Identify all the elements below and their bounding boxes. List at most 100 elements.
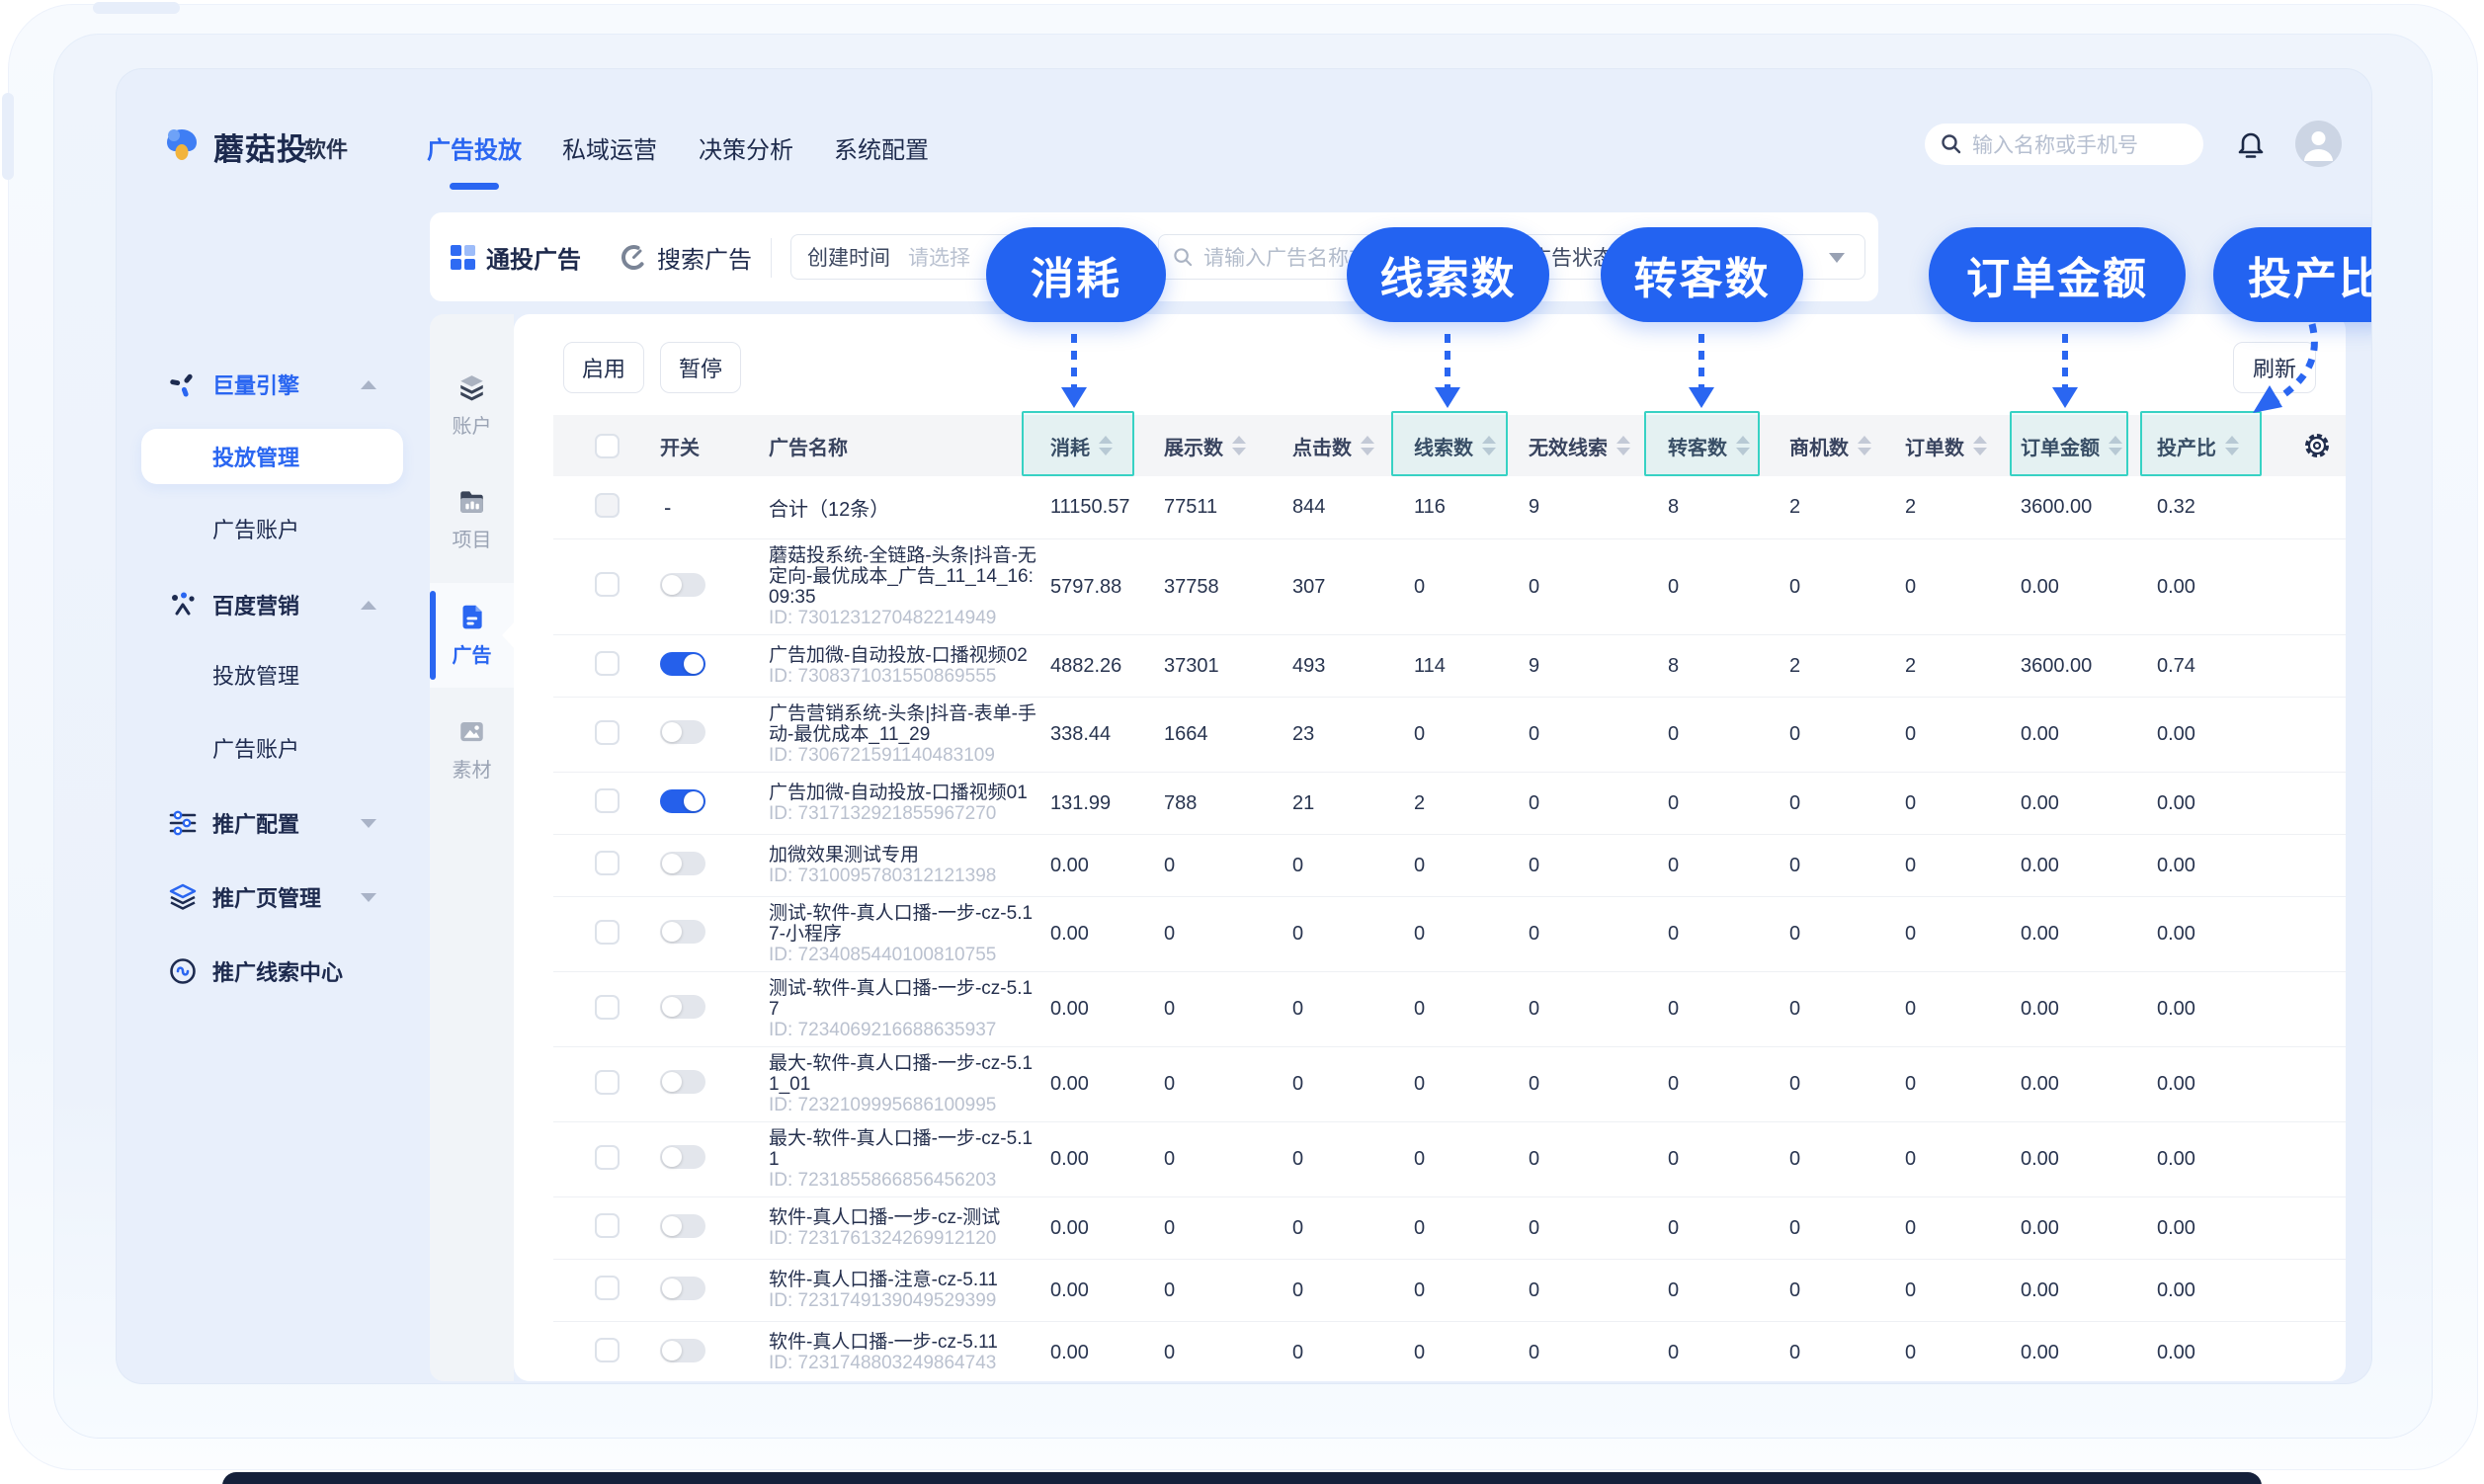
nav-tab-private-domain[interactable]: 私域运营 — [562, 130, 657, 165]
dotted-arrow-cost — [1071, 334, 1077, 389]
chevron-down-icon[interactable] — [361, 893, 376, 902]
bell-icon[interactable] — [2231, 124, 2271, 164]
column-header-opportunities[interactable]: 商机数 — [1786, 432, 1902, 460]
sidebar-group-landing-page-management[interactable]: 推广页管理 — [117, 875, 430, 919]
table-row: 最大-软件-真人口播-一步-cz-5.11_01ID: 723210999568… — [553, 1047, 2346, 1122]
switch-cell: - — [652, 495, 766, 521]
tablet-base-bar — [222, 1472, 2262, 1484]
toggle-switch[interactable] — [660, 995, 705, 1019]
metric-value: 0.00 — [2018, 792, 2154, 815]
ad-table: 开关 广告名称 消耗 展示数 点击数 线索数 无效线索 转客数 商机数 订单数 … — [553, 415, 2346, 1381]
stack-icon — [458, 374, 485, 401]
ad-id: ID: 7306721591140483109 — [769, 745, 1041, 766]
sidebar-item-delivery-management-2[interactable]: 投放管理 — [117, 653, 430, 697]
toggle-switch[interactable] — [660, 573, 705, 597]
metric-value: 2 — [1411, 792, 1526, 815]
sidebar-group-leads-center[interactable]: 推广线索中心 — [117, 949, 430, 993]
table-row: 测试-软件-真人口播-一步-cz-5.17ID: 723406921668863… — [553, 972, 2346, 1047]
toggle-switch[interactable] — [660, 1214, 705, 1238]
metric-value: 21 — [1289, 792, 1411, 815]
metric-value: 0 — [1902, 576, 2018, 599]
row-checkbox[interactable] — [595, 1213, 620, 1238]
toggle-switch[interactable] — [660, 1339, 705, 1362]
toggle-switch[interactable] — [660, 720, 705, 744]
entity-tab-account[interactable]: 账户 — [430, 354, 514, 458]
app-screen: 蘑菇投 软件 广告投放 私域运营 决策分析 系统配置 输入名称或手机号 — [117, 69, 2371, 1383]
metric-value: 9 — [1526, 496, 1665, 519]
row-checkbox[interactable] — [595, 493, 620, 518]
toggle-switch[interactable] — [660, 1277, 705, 1300]
checkbox-cell — [553, 493, 652, 523]
chevron-up-icon[interactable] — [361, 380, 376, 389]
header-search-input[interactable]: 输入名称或手机号 — [1925, 124, 2203, 165]
row-checkbox[interactable] — [595, 651, 620, 676]
sort-icon[interactable] — [1232, 436, 1246, 455]
sidebar-item-delivery-management-active[interactable]: 投放管理 — [141, 429, 403, 484]
metric-value: 0 — [1526, 723, 1665, 746]
dotted-arrow-order-amount — [2062, 334, 2068, 389]
avatar[interactable] — [2295, 121, 2342, 167]
row-checkbox[interactable] — [595, 1070, 620, 1095]
pause-button[interactable]: 暂停 — [660, 342, 741, 393]
sidebar-group-promotion-config[interactable]: 推广配置 — [117, 801, 430, 845]
metric-value: 0 — [1526, 1217, 1665, 1240]
tab-search-ads[interactable]: 搜索广告 — [621, 212, 752, 301]
row-checkbox[interactable] — [595, 1338, 620, 1362]
nav-tab-ad-delivery[interactable]: 广告投放 — [427, 130, 522, 165]
entity-tab-material[interactable]: 素材 — [430, 698, 514, 802]
metric-value: 0.32 — [2154, 496, 2284, 519]
baidu-marketing-icon — [169, 591, 197, 618]
sidebar-group-ocean-engine[interactable]: 巨量引擎 — [117, 363, 430, 406]
sidebar-group-baidu-marketing[interactable]: 百度营销 — [117, 583, 430, 626]
toggle-switch[interactable] — [660, 852, 705, 875]
sort-icon[interactable] — [1616, 436, 1630, 455]
column-header-ad-name[interactable]: 广告名称 — [766, 432, 1047, 460]
row-checkbox[interactable] — [595, 1145, 620, 1170]
row-checkbox[interactable] — [595, 1276, 620, 1300]
column-header-orders[interactable]: 订单数 — [1902, 432, 2018, 460]
sidebar-item-ad-accounts[interactable]: 广告账户 — [117, 507, 430, 550]
sort-icon[interactable] — [1361, 436, 1374, 455]
tab-general-ads[interactable]: 通投广告 — [450, 212, 581, 301]
row-checkbox[interactable] — [595, 788, 620, 813]
metric-value: 0 — [1161, 1073, 1289, 1096]
metric-value: 77511 — [1161, 496, 1289, 519]
entity-tab-ad-active[interactable]: 广告 — [430, 583, 514, 688]
select-all-checkbox[interactable] — [595, 434, 620, 458]
column-header-switch[interactable]: 开关 — [652, 432, 766, 460]
enable-button[interactable]: 启用 — [563, 342, 644, 393]
toggle-switch[interactable] — [660, 1070, 705, 1094]
sort-icon[interactable] — [1973, 436, 1987, 455]
entity-tab-project[interactable]: 项目 — [430, 467, 514, 572]
chevron-down-icon[interactable] — [361, 819, 376, 828]
metric-value: 0 — [1665, 998, 1786, 1021]
column-settings-button[interactable] — [2284, 431, 2346, 460]
row-checkbox[interactable] — [595, 720, 620, 745]
ad-name: 加微效果测试专用 — [769, 845, 1041, 866]
nav-tab-decision-analysis[interactable]: 决策分析 — [699, 130, 793, 165]
checkbox-cell — [553, 572, 652, 602]
ad-name: 测试-软件-真人口播-一步-cz-5.17-小程序 — [769, 903, 1041, 945]
ad-name-cell: 测试-软件-真人口播-一步-cz-5.17ID: 723406921668863… — [766, 975, 1047, 1043]
switch-cell — [652, 720, 766, 749]
sort-icon[interactable] — [1858, 436, 1871, 455]
row-checkbox[interactable] — [595, 851, 620, 875]
toggle-switch[interactable] — [660, 652, 705, 676]
row-checkbox[interactable] — [595, 995, 620, 1020]
sidebar-item-ad-accounts-2[interactable]: 广告账户 — [117, 726, 430, 770]
nav-tab-system-config[interactable]: 系统配置 — [834, 130, 929, 165]
toggle-switch[interactable] — [660, 920, 705, 944]
entity-tab-label: 项目 — [453, 524, 492, 552]
metric-value: 0 — [1526, 923, 1665, 946]
ad-name: 合计（12条） — [769, 493, 1041, 522]
column-header-impressions[interactable]: 展示数 — [1161, 432, 1289, 460]
row-checkbox[interactable] — [595, 572, 620, 597]
metric-value: 0 — [1902, 1148, 2018, 1171]
metric-value: 0 — [1411, 855, 1526, 877]
metric-value: 0 — [1161, 855, 1289, 877]
toggle-switch[interactable] — [660, 789, 705, 813]
row-checkbox[interactable] — [595, 920, 620, 945]
toggle-switch[interactable] — [660, 1145, 705, 1169]
sidebar-item-label: 投放管理 — [212, 441, 299, 472]
chevron-up-icon[interactable] — [361, 601, 376, 610]
